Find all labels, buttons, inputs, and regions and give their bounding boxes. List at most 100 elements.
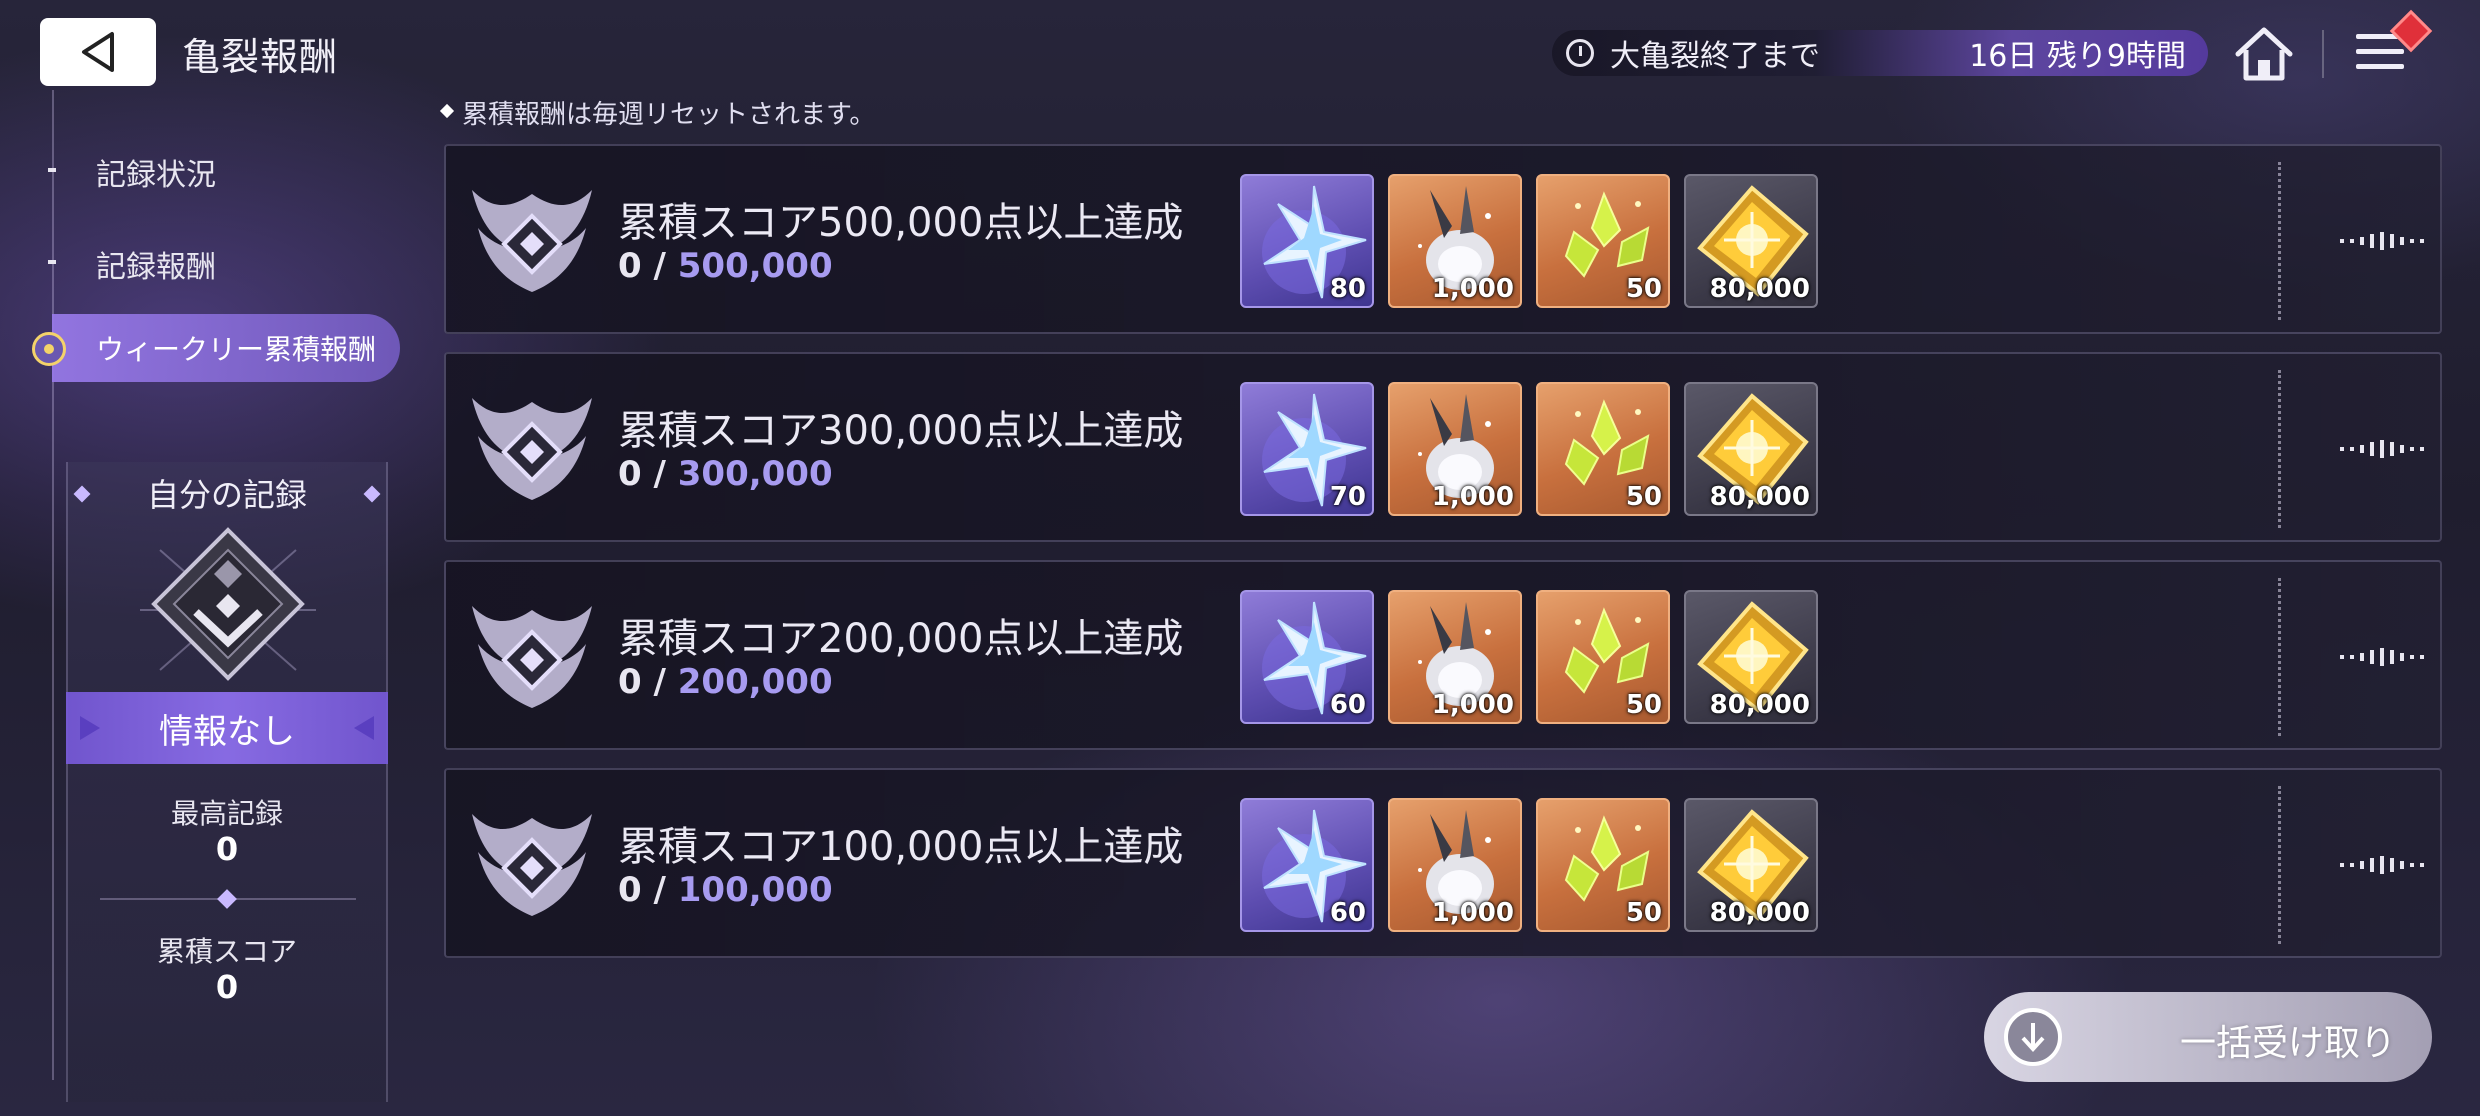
reward-progress: 0 / 500,000 [618,246,833,286]
sidebar-item-record-rewards[interactable]: 記録報酬 [96,242,216,286]
reward-item-count: 60 [1329,898,1366,928]
arrow-left-icon [80,716,100,740]
tier-emblem-icon [466,796,598,936]
reset-notice: 累積報酬は毎週リセットされます。 [462,100,876,130]
reward-item-count: 80,000 [1709,274,1810,304]
sidebar-rail [52,90,54,1080]
progress-current: 0 [618,870,642,910]
header-divider [2322,30,2324,78]
reward-row: 累積スコア300,000点以上達成 0 / 300,000 70 1,000 5… [444,352,2442,542]
reward-item[interactable]: 80 [1240,174,1374,308]
reward-item-count: 70 [1329,482,1366,512]
reward-row: 累積スコア100,000点以上達成 0 / 100,000 60 1,000 5… [444,768,2442,958]
sidebar-item-label: ウィークリー累積報酬 [96,333,377,366]
reward-progress: 0 / 200,000 [618,662,833,702]
reward-item[interactable]: 70 [1240,382,1374,516]
row-divider [2278,578,2281,736]
reward-item-count: 60 [1329,690,1366,720]
in-progress-dots-icon [2340,440,2424,458]
reward-row: 累積スコア500,000点以上達成 0 / 500,000 80 1,000 5… [444,144,2442,334]
progress-current: 0 [618,662,642,702]
reward-row: 累積スコア200,000点以上達成 0 / 200,000 60 1,000 5… [444,560,2442,750]
tier-emblem-icon [466,588,598,728]
clock-icon [1566,39,1594,67]
reward-item[interactable]: 80,000 [1684,382,1818,516]
rank-status: 情報なし [66,692,388,764]
rank-status-text: 情報なし [159,711,295,752]
reward-title: 累積スコア300,000点以上達成 [618,408,1184,454]
reward-item[interactable]: 50 [1536,590,1670,724]
reward-item-count: 1,000 [1431,274,1514,304]
progress-goal: 500,000 [677,246,833,286]
reward-title: 累積スコア100,000点以上達成 [618,824,1184,870]
timer-label: 大亀裂終了まで [1610,39,1820,74]
reward-item-count: 50 [1625,898,1662,928]
reward-item-count: 50 [1625,482,1662,512]
reward-item-count: 1,000 [1431,898,1514,928]
reward-item[interactable]: 80,000 [1684,174,1818,308]
best-record-value: 0 [215,830,239,868]
reward-item[interactable]: 1,000 [1388,798,1522,932]
reward-item[interactable]: 50 [1536,174,1670,308]
rank-emblem-icon [140,527,316,681]
progress-current: 0 [618,246,642,286]
cumulative-score-label: 累積スコア [156,935,297,968]
nav-bullet-icon [48,168,56,172]
claim-all-button[interactable]: 一括受け取り [1984,992,2432,1082]
progress-separator: / [641,870,678,910]
row-divider [2278,162,2281,320]
in-progress-dots-icon [2340,232,2424,250]
page-title: 亀裂報酬 [182,35,339,79]
sidebar-item-record-status[interactable]: 記録状況 [96,150,216,194]
reward-item-count: 80,000 [1709,482,1810,512]
back-button[interactable] [40,18,156,86]
reward-item-count: 80,000 [1709,690,1810,720]
reward-progress: 0 / 100,000 [618,870,833,910]
progress-goal: 100,000 [677,870,833,910]
reward-item-count: 1,000 [1431,690,1514,720]
reward-item-count: 50 [1625,274,1662,304]
event-timer: 大亀裂終了まで 16日 残り9時間 [1552,30,2208,76]
in-progress-dots-icon [2340,856,2424,874]
reward-item[interactable]: 50 [1536,382,1670,516]
reward-item[interactable]: 80,000 [1684,590,1818,724]
reward-item-count: 80 [1329,274,1366,304]
download-arrow-icon [2004,1008,2062,1066]
active-marker-icon [32,332,66,366]
reward-item[interactable]: 80,000 [1684,798,1818,932]
best-record-label: 最高記録 [170,797,283,830]
progress-goal: 200,000 [677,662,833,702]
reward-item-count: 1,000 [1431,482,1514,512]
reward-item-count: 50 [1625,690,1662,720]
reward-title: 累積スコア200,000点以上達成 [618,616,1184,662]
tier-emblem-icon [466,172,598,312]
progress-separator: / [641,246,678,286]
reward-item-count: 80,000 [1709,898,1810,928]
home-icon[interactable] [2232,24,2296,84]
sidebar-item-weekly-rewards[interactable]: ウィークリー累積報酬 [52,314,400,382]
nav-bullet-icon [48,260,56,264]
row-divider [2278,786,2281,944]
reward-title: 累積スコア500,000点以上達成 [618,200,1184,246]
progress-goal: 300,000 [677,454,833,494]
arrow-right-icon [354,716,374,740]
claim-all-label: 一括受け取り [2179,1023,2396,1064]
progress-separator: / [641,662,678,702]
progress-current: 0 [618,454,642,494]
timer-value: 16日 残り9時間 [1969,39,2186,74]
row-divider [2278,370,2281,528]
reward-item[interactable]: 1,000 [1388,382,1522,516]
reward-progress: 0 / 300,000 [618,454,833,494]
in-progress-dots-icon [2340,648,2424,666]
back-arrow-icon [82,32,114,72]
progress-separator: / [641,454,678,494]
tier-emblem-icon [466,380,598,520]
diamond-icon [439,103,455,119]
cumulative-score-value: 0 [215,968,239,1006]
reward-item[interactable]: 1,000 [1388,590,1522,724]
reward-item[interactable]: 1,000 [1388,174,1522,308]
reward-item[interactable]: 60 [1240,590,1374,724]
my-record-title: 自分の記録 [146,476,307,514]
reward-item[interactable]: 50 [1536,798,1670,932]
reward-item[interactable]: 60 [1240,798,1374,932]
